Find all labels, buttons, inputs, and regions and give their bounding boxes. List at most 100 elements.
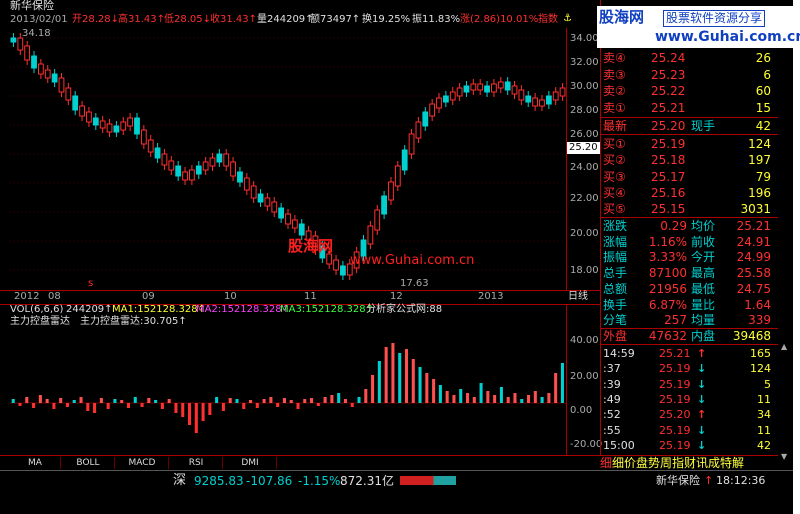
candle [113, 125, 120, 133]
brand-slogan: 股票软件资源分享 [663, 10, 766, 27]
sell-price: 25.23 [651, 67, 686, 82]
panel-tab-list[interactable]: 细价盘势周指财讯成特解 [612, 456, 744, 470]
buy-price: 25.18 [651, 153, 686, 168]
indicator-bar [513, 393, 517, 403]
date-tick: 08 [48, 291, 61, 302]
tick-time: 15:00 [603, 438, 635, 452]
tick-row[interactable]: :52 25.20 ↑ 34 [603, 407, 777, 423]
sell-row[interactable]: 卖④ 25.24 26 [603, 50, 777, 66]
indicator-bar [377, 361, 381, 403]
sell-price: 25.22 [651, 84, 686, 98]
candle [374, 209, 381, 231]
indicator-bar [398, 353, 402, 403]
tick-price: 25.20 [659, 408, 691, 422]
candle [31, 55, 37, 69]
candle [408, 133, 415, 155]
indicator-bar [255, 403, 259, 408]
tab-dmi[interactable]: DMI [224, 457, 277, 469]
buy-price: 25.17 [651, 169, 686, 184]
down-arrow-icon: ↓ [697, 438, 707, 452]
tick-row[interactable]: 15:00 25.19 ↓ 42 [603, 438, 777, 454]
info-index-label[interactable]: 指数 [538, 14, 558, 26]
candle [326, 253, 333, 265]
indicator-tick: 0.00 [570, 405, 593, 416]
stat-label: 均价 [691, 219, 716, 233]
indicator-bar [560, 363, 564, 403]
status-bar: 深 9285.83 -107.86 -1.15% 872.31亿 新华保险 ↑ … [0, 470, 793, 491]
tick-row[interactable]: :37 25.19 ↓ 124 [603, 361, 777, 377]
stat-label: 换手 [603, 297, 628, 312]
tick-volume: 11 [757, 423, 771, 437]
status-time: 18:12:36 [716, 474, 766, 487]
indicator-bar [174, 403, 178, 413]
tab-ma[interactable]: MA [10, 457, 61, 469]
tick-time: :49 [603, 392, 621, 406]
candle [161, 153, 168, 166]
stat-row: 总手 87100 最高 25.58 [603, 265, 777, 281]
indicator-bar [316, 403, 320, 406]
buy-row[interactable]: 买② 25.18 197 [603, 152, 777, 168]
sell-row[interactable]: 卖② 25.22 60 [603, 83, 777, 99]
price-tick: 30.00 [570, 81, 599, 92]
buy-row[interactable]: 买① 25.19 124 [603, 136, 777, 152]
indicator-bar [493, 395, 497, 403]
indicator-bar [520, 399, 524, 403]
tab-boll[interactable]: BOLL [62, 457, 115, 469]
tick-price: 25.19 [659, 362, 691, 376]
status-stock: 新华保险 [656, 474, 700, 487]
date-tick: 2012 [14, 291, 40, 302]
tick-row[interactable]: :39 25.19 ↓ 5 [603, 377, 777, 393]
indicator-bar [296, 403, 300, 409]
last-row[interactable]: 最新 25.20 现手 42 [603, 118, 777, 134]
candle [401, 149, 408, 171]
indicator-bar [113, 399, 117, 403]
ohlc-info-bar: 2013/02/01 开28.28↓ 高31.43↑ 低28.05↓ 收31.4… [0, 13, 575, 27]
period-label[interactable]: 日线 [568, 291, 588, 303]
sell-row[interactable]: 卖③ 25.23 6 [603, 67, 777, 83]
indicator-bar [187, 403, 192, 425]
stat-value: 87100 [648, 266, 687, 281]
indicator-bar [86, 403, 90, 411]
tick-scrollbar[interactable]: ▲ ▼ [778, 0, 793, 470]
outer-inner-row: 外盘 47632 内盘 39468 [603, 328, 777, 344]
info-high: 高31.43↑ [118, 14, 166, 25]
scroll-up-icon[interactable]: ▲ [781, 342, 790, 351]
indicator-bar [72, 400, 76, 403]
trading-window: 新华保险 2013/02/01 开28.28↓ 高31.43↑ 低28.05↓ … [0, 0, 800, 514]
tab-rsi[interactable]: RSI [170, 457, 223, 469]
tick-row[interactable]: :55 25.19 ↓ 11 [603, 423, 777, 439]
tick-row[interactable]: 14:59 25.21 ↑ 165 [603, 346, 777, 362]
buy-volume: 124 [748, 137, 771, 151]
indicator-bar [147, 398, 151, 403]
sell-row[interactable]: 卖① 25.21 15 [603, 100, 777, 116]
candle [449, 91, 456, 101]
candle [120, 121, 127, 131]
candle [298, 223, 305, 236]
status-up-icon: ↑ [704, 474, 714, 487]
tick-row[interactable]: :49 25.19 ↓ 11 [603, 392, 777, 408]
indicator-bar [276, 403, 280, 407]
panel-tabs[interactable]: 细细价盘势周指财讯成特解 [600, 455, 778, 471]
ma2-value: MA2:152128.328↑ [196, 304, 291, 315]
tab-macd[interactable]: MACD [116, 457, 169, 469]
scroll-down-icon[interactable]: ▼ [781, 452, 790, 461]
indicator-bar [194, 403, 198, 433]
tick-volume: 34 [757, 408, 771, 422]
buy-row[interactable]: 买④ 25.16 196 [603, 185, 777, 201]
buy-row[interactable]: 买③ 25.17 79 [603, 169, 777, 185]
candle [463, 85, 470, 93]
info-swing: 振11.83% [412, 14, 461, 25]
indicator-bar [11, 399, 15, 403]
buy-row[interactable]: 买⑤ 25.15 3031 [603, 201, 777, 217]
stat-row: 振幅 3.33% 今开 24.99 [603, 249, 777, 265]
anchor-icon[interactable]: ⚓ [563, 13, 572, 25]
indicator-bar [228, 398, 232, 403]
indicator-chart[interactable] [10, 328, 566, 455]
buy-volume: 3031 [740, 202, 771, 217]
indicator-bar [120, 400, 124, 403]
panel-tab-active[interactable]: 细 [600, 456, 612, 470]
candle [470, 83, 477, 91]
indicator-bar [330, 395, 334, 403]
stat-label: 均量 [691, 313, 716, 328]
sell-volume: 60 [755, 84, 771, 98]
